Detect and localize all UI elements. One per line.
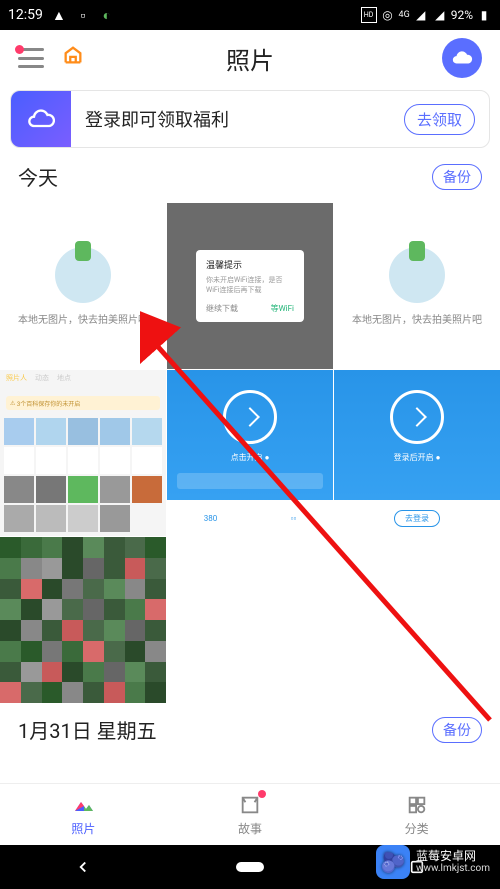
nav-stories[interactable]: 故事	[167, 784, 334, 845]
nav-categories[interactable]: 分类	[333, 784, 500, 845]
photo-grid: 本地无图片，快去拍美照片吧 温馨提示 你未开启WiFi连接，是否WiFi连接后再…	[0, 203, 500, 703]
battery-pct: 92%	[451, 8, 473, 22]
watermark-name: 蓝莓安卓网	[416, 849, 490, 863]
app-icon-2: ▫	[75, 7, 91, 23]
app-header: 照片	[0, 30, 500, 86]
nav-photos[interactable]: 照片	[0, 784, 167, 845]
network-label: 4G	[399, 10, 410, 20]
cloud-icon	[11, 91, 71, 147]
menu-notification-dot	[15, 45, 24, 54]
home-button[interactable]	[236, 853, 264, 881]
section-jan31: 1月31日 星期五 备份	[0, 703, 500, 748]
hd-icon: HD	[361, 7, 377, 23]
location-icon: ◎	[380, 7, 396, 23]
thumb-placeholder[interactable]: 本地无图片，快去拍美照片吧	[0, 203, 166, 369]
thumb-dialog[interactable]: 温馨提示 你未开启WiFi连接，是否WiFi连接后再下载 继续下载 等WiFi	[167, 203, 333, 369]
watermark-url: www.lmkjst.com	[416, 863, 490, 875]
watermark-logo: 🫐	[376, 845, 410, 879]
section-today: 今天 备份	[0, 162, 500, 191]
signal-icon-2: ◢	[432, 7, 448, 23]
menu-button[interactable]	[18, 48, 44, 68]
thumb-app-gallery[interactable]: 照片人 动态 地点 ⚠ 3个百科保存你的未开启	[0, 370, 166, 536]
login-banner: 登录即可领取福利 去领取	[10, 90, 490, 148]
section-title: 今天	[18, 162, 58, 191]
thumb-blue-sync[interactable]: 点击开启 ● 380 ▫▫	[167, 370, 333, 536]
arch-icon[interactable]	[62, 44, 84, 72]
signal-icon-1: ◢	[413, 7, 429, 23]
banner-text: 登录即可领取福利	[71, 106, 404, 132]
app-icon-3: ◐	[99, 7, 115, 23]
categories-icon	[405, 793, 429, 817]
nav-notification-dot	[258, 790, 266, 798]
backup-button[interactable]: 备份	[432, 717, 482, 743]
bottom-nav: 照片 故事 分类	[0, 783, 500, 845]
watermark: 🫐 蓝莓安卓网 www.lmkjst.com	[376, 845, 490, 879]
cloud-sync-button[interactable]	[442, 38, 482, 78]
photos-icon	[71, 793, 95, 817]
battery-icon: ▮	[476, 7, 492, 23]
thumb-placeholder[interactable]: 本地无图片，快去拍美照片吧	[334, 203, 500, 369]
thumb-blue-login[interactable]: 登录后开启 ● 去登录	[334, 370, 500, 536]
status-time: 12:59	[8, 7, 43, 23]
app-icon-1: ▲	[51, 7, 67, 23]
claim-button[interactable]: 去领取	[404, 104, 475, 135]
status-bar: 12:59 ▲ ▫ ◐ HD ◎ 4G ◢ ◢ 92% ▮	[0, 0, 500, 30]
back-button[interactable]	[69, 853, 97, 881]
section-title: 1月31日 星期五	[18, 715, 157, 744]
page-title: 照片	[226, 41, 274, 76]
backup-button[interactable]: 备份	[432, 164, 482, 190]
thumb-nature-photo[interactable]	[0, 537, 166, 703]
